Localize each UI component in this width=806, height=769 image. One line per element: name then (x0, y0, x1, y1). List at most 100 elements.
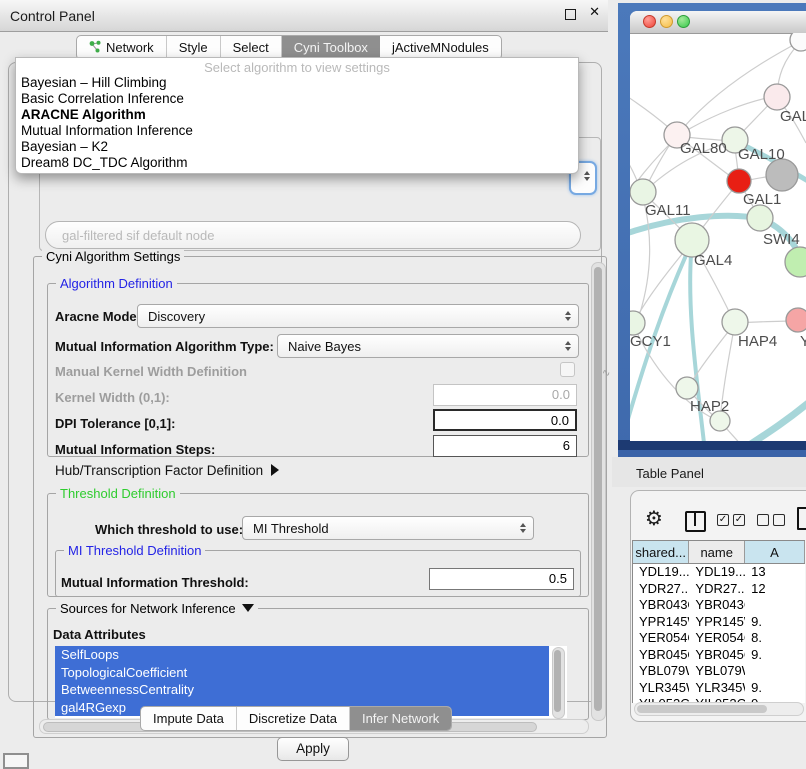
checkbox-unchecked-icon[interactable] (757, 514, 769, 526)
hub-definition-toggle[interactable]: Hub/Transcription Factor Definition (55, 463, 279, 478)
attribute-item-selected[interactable]: BetweennessCentrality (55, 681, 549, 699)
node-pink-right[interactable] (786, 308, 806, 332)
checkbox-checked-icon[interactable]: ✓ (717, 514, 729, 526)
table-panel-title: Table Panel (636, 466, 704, 481)
which-threshold-combo[interactable]: MI Threshold (242, 516, 534, 540)
table-cell: YLR345W (633, 680, 689, 697)
checkbox-unchecked-icon[interactable] (773, 514, 785, 526)
close-traffic-light-icon[interactable] (643, 15, 656, 28)
table-scrollbar-thumb[interactable] (637, 705, 767, 713)
network-window-titlebar[interactable] (630, 11, 806, 34)
algorithm-popup: Select algorithm to view settings Bayesi… (15, 57, 579, 174)
node-gal-clipped[interactable] (764, 84, 790, 110)
table-cell: YBR043C (633, 597, 689, 614)
table-cell: YDL19... (689, 564, 745, 581)
table-row[interactable]: YBL079WYBL079W (633, 663, 805, 680)
table-row[interactable]: YBR045CYBR045C9. (633, 647, 805, 664)
node-table[interactable]: shared...nameA YDL19...YDL19...13YDR27..… (632, 540, 805, 703)
mi-steps-field[interactable]: 6 (433, 435, 577, 457)
algorithm-option[interactable]: Bayesian – K2 (16, 139, 578, 155)
network-frame-bottom-edge2 (618, 450, 806, 457)
algorithm-option[interactable]: Mutual Information Inference (16, 123, 578, 139)
algorithm-option[interactable]: Basic Correlation Inference (16, 91, 578, 107)
algorithm-option[interactable]: ARACNE Algorithm (16, 107, 578, 123)
sources-legend[interactable]: Sources for Network Inference (56, 601, 258, 616)
table-cell: YDR27... (689, 581, 745, 598)
attribute-item-selected[interactable]: SelfLoops (55, 646, 549, 664)
attributes-scrollbar[interactable] (552, 647, 565, 719)
splitter-handle[interactable]: ∿ (602, 368, 610, 379)
node-hap2[interactable] (676, 377, 698, 399)
table-cell: 9. (745, 647, 805, 664)
tab-network[interactable]: Network (77, 36, 167, 59)
tab-discretize-data[interactable]: Discretize Data (237, 707, 350, 730)
network-icon (89, 40, 101, 56)
network-canvas[interactable]: GALGAL80GAL10GAL1GAL11SWI4GAL4GCY1HAP4YH… (630, 33, 806, 441)
tab-impute-data[interactable]: Impute Data (141, 707, 237, 730)
table-cell: 9. (745, 680, 805, 697)
algorithm-option[interactable]: Bayesian – Hill Climbing (16, 75, 578, 91)
table-data-combo[interactable]: gal-filtered sif default node (45, 221, 581, 249)
sources-legend-text: Sources for Network Inference (60, 601, 236, 616)
columns-icon[interactable] (685, 511, 706, 532)
tab-infer-network[interactable]: Infer Network (350, 707, 451, 730)
checkbox-checked-icon[interactable]: ✓ (733, 514, 745, 526)
table-cell: 12 (745, 581, 805, 598)
kernel-width-field[interactable]: 0.0 (433, 384, 577, 406)
zoom-traffic-light-icon[interactable] (677, 15, 690, 28)
table-row[interactable]: YER054CYER054C8. (633, 630, 805, 647)
stepper-icon (520, 523, 526, 533)
node-green-right[interactable] (785, 247, 806, 277)
document-icon[interactable] (797, 507, 806, 530)
attribute-item-selected[interactable]: TopologicalCoefficient (55, 664, 549, 682)
data-tools-tabbar: Impute DataDiscretize DataInfer Network (140, 706, 452, 731)
node-swi4[interactable] (747, 205, 773, 231)
stepper-icon (565, 341, 571, 351)
table-row[interactable]: YBR043CYBR043C (633, 597, 805, 614)
mi-threshold-field[interactable]: 0.5 (429, 568, 574, 590)
table-cell: YLR345W (689, 680, 745, 697)
column-header-A[interactable]: A (745, 541, 805, 563)
kernel-width-label: Kernel Width (0,1): (55, 390, 170, 405)
aracne-mode-combo[interactable]: Discovery (137, 304, 579, 328)
threshold-definition-legend: Threshold Definition (56, 486, 180, 501)
bottom-left-partial-button[interactable] (3, 753, 29, 769)
table-cell (745, 597, 805, 614)
tab-cyni-toolbox[interactable]: Cyni Toolbox (282, 36, 380, 59)
close-icon[interactable]: ✕ (589, 5, 600, 20)
column-header-shared[interactable]: shared... (633, 541, 689, 563)
float-window-icon[interactable] (565, 9, 576, 20)
tab-jactivemnodules[interactable]: jActiveMNodules (380, 36, 501, 59)
node-hap4[interactable] (722, 309, 748, 335)
table-row[interactable]: YDR27...YDR27...12 (633, 581, 805, 598)
dpi-tolerance-field[interactable]: 0.0 (433, 409, 577, 431)
settings-vertical-scrollbar[interactable] (591, 262, 606, 721)
mi-type-value: Naive Bayes (288, 339, 361, 354)
mi-threshold-legend: MI Threshold Definition (64, 543, 205, 558)
table-row[interactable]: YPR145WYPR145W9. (633, 614, 805, 631)
tab-select[interactable]: Select (221, 36, 282, 59)
tab-style[interactable]: Style (167, 36, 221, 59)
gear-icon[interactable]: ⚙ (645, 506, 663, 530)
column-header-name[interactable]: name (689, 541, 745, 563)
manual-kernel-checkbox[interactable] (560, 362, 575, 377)
dpi-tolerance-label: DPI Tolerance [0,1]: (55, 416, 175, 431)
algorithm-option[interactable]: Dream8 DC_TDC Algorithm (16, 155, 578, 171)
table-row[interactable]: YDL19...YDL19...13 (633, 564, 805, 581)
node-gray[interactable] (766, 159, 798, 191)
collapsed-arrow-icon (271, 464, 279, 476)
node-gcy1[interactable] (630, 311, 645, 335)
node-hap2-label: HAP2 (690, 398, 729, 415)
mi-type-combo[interactable]: Naive Bayes (277, 334, 579, 358)
minimize-traffic-light-icon[interactable] (660, 15, 673, 28)
tab-label: Style (179, 40, 208, 55)
control-panel-title: Control Panel (10, 8, 95, 24)
apply-button[interactable]: Apply (277, 737, 349, 761)
node-top-partial[interactable] (790, 33, 806, 51)
table-cell: YDL19... (633, 564, 689, 581)
table-cell: YPR145W (633, 614, 689, 631)
table-horizontal-scrollbar[interactable] (634, 702, 804, 716)
algorithm-definition-legend: Algorithm Definition (56, 276, 177, 291)
node-gal1[interactable] (727, 169, 751, 193)
table-row[interactable]: YLR345WYLR345W9. (633, 680, 805, 697)
